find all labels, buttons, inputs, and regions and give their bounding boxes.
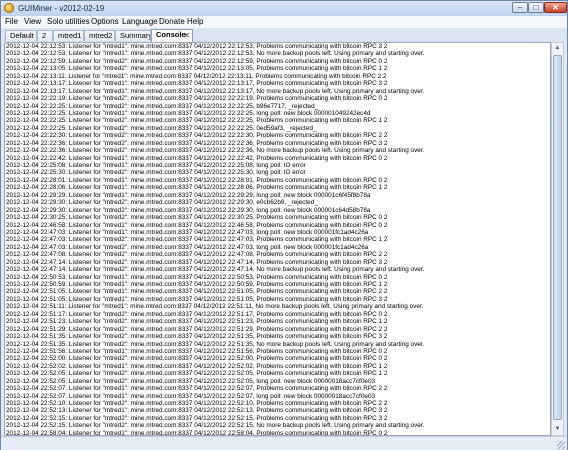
log-line: 2012-12-04 22:12:59: Listener for "mtred… [6,57,388,65]
log-line: 2012-12-04 22:25:08: Listener for "mtred… [6,162,306,169]
log-line: 2012-12-04 22:47:03: Listener for "mtred… [6,243,369,251]
tab-console[interactable]: Console ✕ [151,29,193,42]
log-line: 2012-12-04 22:22:25: Listener for "mtred… [6,117,388,125]
console-log[interactable]: 2012-12-04 22:12:53: Listener for "mtred… [4,42,551,436]
log-line: 2012-12-04 22:47:14: Listener for "mtred… [6,258,388,266]
tab-console-label: Console [156,30,186,39]
log-line: 2012-12-04 22:51:05: Listener for "mtred… [6,288,388,296]
log-line: 2012-12-04 22:29:30: Listener for "mtred… [6,206,371,214]
log-line: 2012-12-04 22:52:00: Listener for "mtred… [6,355,388,363]
log-line: 2012-12-04 22:52:15: Listener for "mtred… [6,422,425,430]
maximize-button[interactable]: □ [528,2,544,13]
tab-mtred1[interactable]: mtred1 [53,30,84,41]
log-line: 2012-12-04 22:47:08: Listener for "mtred… [6,251,388,259]
log-line: 2012-12-04 22:52:10: Listener for "mtred… [6,400,388,407]
log-line: 2012-12-04 22:52:07: Listener for "mtred… [6,385,388,393]
title-bar[interactable]: GUIMiner - v2012-02-19 – □ ✕ [1,1,567,17]
menu-help[interactable]: Help [187,16,203,28]
tab-2[interactable]: 2 [37,30,53,41]
log-line: 2012-12-04 22:22:25: Listener for "mtred… [6,109,371,117]
log-line: 2012-12-04 22:50:59: Listener for "mtred… [6,281,388,288]
menu-language[interactable]: Language [122,16,158,28]
tab-default[interactable]: Default [5,30,37,41]
log-line: 2012-12-04 22:22:36: Listener for "mtred… [6,147,425,155]
tab-strip: Default 2 mtred1 mtred2 Summary Console … [1,28,567,42]
log-line: 2012-12-04 22:51:35: Listener for "mtred… [6,333,388,341]
menu-view[interactable]: View [24,16,41,28]
log-line: 2012-12-04 22:12:53: Listener for "mtred… [6,43,388,50]
log-line: 2012-12-04 22:46:58: Listener for "mtred… [6,221,388,229]
log-line: 2012-12-04 22:13:05: Listener for "mtred… [6,65,388,73]
log-line: 2012-12-04 22:28:06: Listener for "mtred… [6,184,388,192]
log-line: 2012-12-04 22:52:15: Listener for "mtred… [6,414,388,422]
minimize-button[interactable]: – [512,2,528,13]
log-line: 2012-12-04 22:51:35: Listener for "mtred… [6,340,425,348]
log-line: 2012-12-04 22:29:30: Listener for "mtred… [6,199,318,207]
resize-grip-icon[interactable] [557,441,565,449]
tab-mtred2[interactable]: mtred2 [84,30,115,41]
close-tab-icon[interactable]: ✕ [183,30,190,41]
log-line: 2012-12-04 22:51:11: Listener for "mtred… [6,303,424,311]
log-line: 2012-12-04 22:52:02: Listener for "mtred… [6,362,388,370]
log-line: 2012-12-04 22:51:05: Listener for "mtred… [6,295,388,303]
log-line: 2012-12-04 22:28:01: Listener for "mtred… [6,176,388,184]
log-line: 2012-12-04 22:22:19: Listener for "mtred… [6,95,388,103]
log-line: 2012-12-04 22:47:03: Listener for "mtred… [6,228,369,236]
scroll-thumb[interactable] [553,55,562,420]
menu-file[interactable]: File [5,16,18,28]
vertical-scrollbar[interactable]: ▲ ▼ [551,42,564,436]
menu-options[interactable]: Options [91,16,119,28]
tab-summary[interactable]: Summary [115,30,151,41]
window-title: GUIMiner - v2012-02-19 [18,4,105,13]
log-line: 2012-12-04 22:25:30: Listener for "mtred… [6,169,306,177]
menu-donate[interactable]: Donate [159,16,185,28]
close-window-button[interactable]: ✕ [544,2,567,13]
status-bar [1,436,567,450]
log-line: 2012-12-04 22:52:05: Listener for "mtred… [6,377,376,385]
log-line: 2012-12-04 22:51:17: Listener for "mtred… [6,310,388,318]
scroll-down-icon[interactable]: ▼ [553,425,562,434]
log-line: 2012-12-04 22:30:25: Listener for "mtred… [6,214,388,222]
guiminer-logo-icon [4,3,14,13]
menu-solo-utilities[interactable]: Solo utilities [47,16,90,28]
log-line: 2012-12-04 22:51:23: Listener for "mtred… [6,318,388,326]
log-line: 2012-12-04 22:13:17: Listener for "mtred… [6,80,388,88]
log-line: 2012-12-04 22:22:25: Listener for "mtred… [6,102,319,110]
log-line: 2012-12-04 22:22:25: Listener for "mtred… [6,124,317,132]
log-line: 2012-12-04 22:12:53: Listener for "mtred… [6,50,425,58]
log-line: 2012-12-04 22:13:11: Listener for "mtred… [6,72,387,80]
log-line: 2012-12-04 22:29:29: Listener for "mtred… [6,191,371,199]
log-line: 2012-12-04 22:52:07: Listener for "mtred… [6,392,376,400]
app-window: GUIMiner - v2012-02-19 – □ ✕ File View S… [0,0,568,450]
log-line: 2012-12-04 22:22:30: Listener for "mtred… [6,132,388,140]
log-line: 2012-12-04 22:51:29: Listener for "mtred… [6,325,388,333]
log-line: 2012-12-04 22:13:17: Listener for "mtred… [6,87,425,95]
log-line: 2012-12-04 22:22:36: Listener for "mtred… [6,139,388,147]
log-line: 2012-12-04 22:51:56: Listener for "mtred… [6,347,388,355]
log-line: 2012-12-04 22:47:14: Listener for "mtred… [6,266,425,274]
log-line: 2012-12-04 22:52:05: Listener for "mtred… [6,370,388,378]
log-line: 2012-12-04 22:47:03: Listener for "mtred… [6,236,388,244]
log-line: 2012-12-04 22:50:53: Listener for "mtred… [6,273,388,281]
log-line: 2012-12-04 22:22:42: Listener for "mtred… [6,154,388,162]
log-line: 2012-12-04 22:52:13: Listener for "mtred… [6,407,388,415]
scroll-up-icon[interactable]: ▲ [553,44,562,53]
